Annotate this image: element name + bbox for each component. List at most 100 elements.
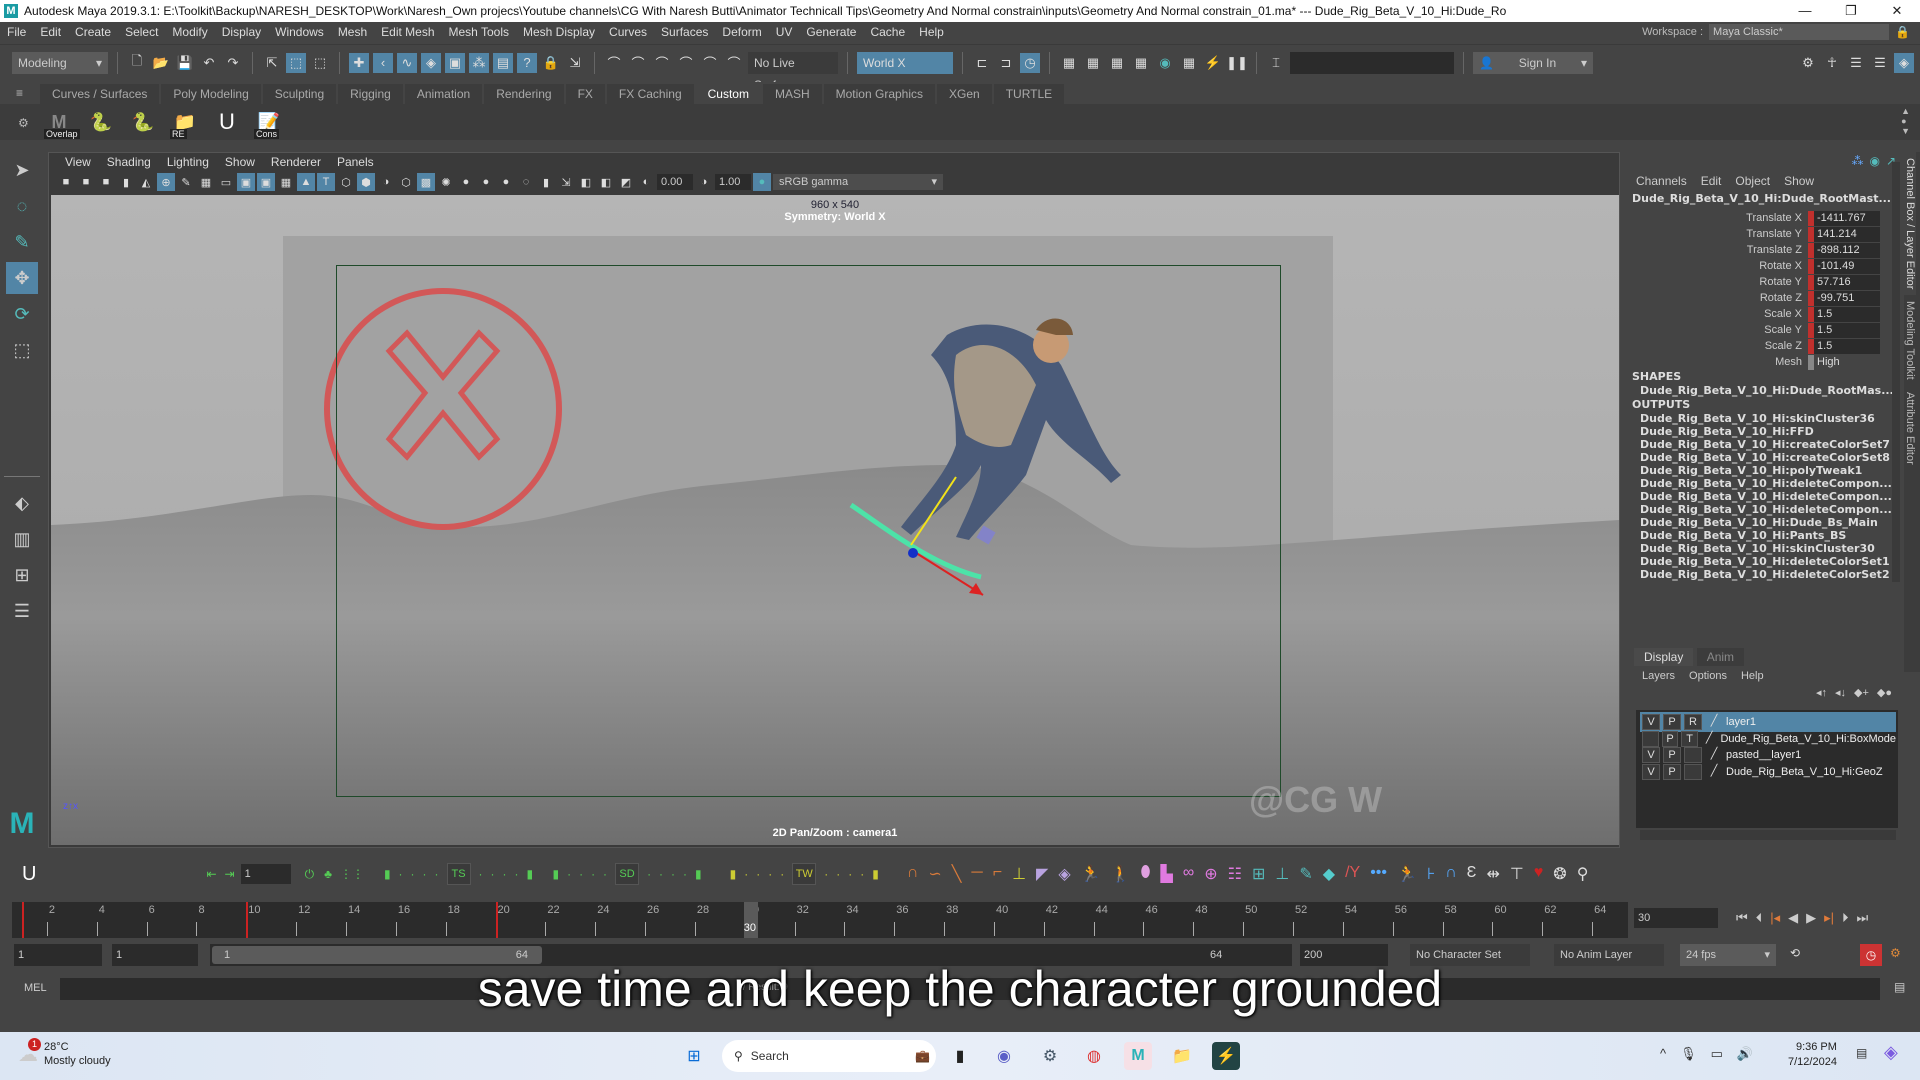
keyframe-marker[interactable] xyxy=(22,902,24,938)
curve-icon[interactable]: ⌐ xyxy=(993,864,1002,884)
shelf-tab-custom[interactable]: Custom xyxy=(695,84,761,104)
layer-color-swatch[interactable]: ╱ xyxy=(1705,764,1723,780)
layer-hscrollbar[interactable] xyxy=(1640,830,1896,840)
vp-menu-panels[interactable]: Panels xyxy=(329,155,382,169)
channel-value[interactable]: -101.49 xyxy=(1814,258,1880,274)
shadows-icon[interactable]: ● xyxy=(457,173,475,191)
play-backward-icon[interactable]: ◀ xyxy=(1788,910,1798,926)
curve-icon[interactable]: ∩ xyxy=(907,864,919,884)
channel-row[interactable]: Scale Y 1.5 xyxy=(1626,322,1886,338)
loop-icon[interactable]: ⟲ xyxy=(1790,946,1800,960)
layer-name[interactable]: layer1 xyxy=(1726,716,1756,728)
render-view-icon[interactable]: ▦ xyxy=(1179,53,1199,73)
shelf-menu-icon[interactable]: ≡ xyxy=(16,86,23,100)
output-node[interactable]: Dude_Rig_Beta_V_10_Hi:Dude_Bs_Main xyxy=(1640,516,1878,529)
output-node[interactable]: Dude_Rig_Beta_V_10_Hi:skinCluster36 xyxy=(1640,412,1875,425)
step-back-key-icon[interactable]: ⇤ xyxy=(206,867,216,881)
select-component-icon[interactable]: ⬚ xyxy=(310,53,330,73)
output-node[interactable]: Dude_Rig_Beta_V_10_Hi:deleteCompon... xyxy=(1640,477,1892,490)
output-node[interactable]: Dude_Rig_Beta_V_10_Hi:deleteColorSet1 xyxy=(1640,555,1890,568)
bookmark-icon[interactable]: ▮ xyxy=(117,173,135,191)
menu-modify[interactable]: Modify xyxy=(165,25,214,39)
tool-settings-icon[interactable]: ☰ xyxy=(1870,53,1890,73)
light-editor-icon[interactable]: ⚡ xyxy=(1203,53,1223,73)
textured-icon[interactable]: ▩ xyxy=(417,173,435,191)
isolate-select-icon[interactable]: ⇲ xyxy=(557,173,575,191)
shelf-tab-rendering[interactable]: Rendering xyxy=(484,84,564,104)
step-forward-key-icon[interactable]: ▸| xyxy=(1824,910,1834,926)
shelf-settings-icon[interactable]: ⚙ xyxy=(18,116,29,130)
grid-icon[interactable]: ▦ xyxy=(197,173,215,191)
shelf-button-overlap[interactable]: M Overlap xyxy=(44,107,80,139)
layer-menu-help[interactable]: Help xyxy=(1741,670,1764,682)
keyframe-marker[interactable] xyxy=(246,902,249,938)
layer-tab-display[interactable]: Display xyxy=(1634,648,1694,666)
bake-icon[interactable]: ♣ xyxy=(324,867,332,881)
menu-mesh[interactable]: Mesh xyxy=(331,25,374,39)
cb-menu-object[interactable]: Object xyxy=(1735,174,1770,188)
render-icon[interactable]: ▤ xyxy=(493,52,513,73)
shelf-tab-sculpting[interactable]: Sculpting xyxy=(262,84,337,104)
start-button[interactable]: ⊞ xyxy=(680,1042,708,1070)
current-time-indicator[interactable]: 30 xyxy=(743,902,758,938)
output-node[interactable]: Dude_Rig_Beta_V_10_Hi:skinCluster30 xyxy=(1640,542,1875,555)
layer-p-toggle[interactable]: P xyxy=(1663,763,1681,780)
channel-row[interactable]: Mesh High xyxy=(1626,354,1886,370)
curve-icon[interactable]: ∽ xyxy=(928,864,941,884)
exposure-field[interactable]: 0.00 xyxy=(657,174,693,190)
vp-menu-renderer[interactable]: Renderer xyxy=(263,155,329,169)
shelf-tab-motion-graphics[interactable]: Motion Graphics xyxy=(823,84,936,104)
shelf-tab-curves-surfaces[interactable]: Curves / Surfaces xyxy=(40,84,160,104)
step-forward-key-icon[interactable]: ⇥ xyxy=(225,867,235,881)
resolution-gate-icon[interactable]: ▣ xyxy=(237,173,255,191)
show-hidden-icons[interactable]: ^ xyxy=(1660,1046,1666,1062)
menu-uv[interactable]: UV xyxy=(769,25,800,39)
keyframe-marker[interactable] xyxy=(495,902,498,938)
ghost-icon[interactable]: ⋮⋮ xyxy=(340,867,364,881)
channel-value[interactable]: -99.751 xyxy=(1814,290,1880,306)
channel-row[interactable]: Rotate X -101.49 xyxy=(1626,258,1886,274)
modeling-toolkit-icon[interactable]: ⚙ xyxy=(1798,53,1818,73)
depth-of-field-icon[interactable]: ▮ xyxy=(537,173,555,191)
lock-icon[interactable]: 🔒 xyxy=(541,53,561,73)
menu-cache[interactable]: Cache xyxy=(863,25,912,39)
output-node[interactable]: Dude_Rig_Beta_V_10_Hi:deleteCompon... xyxy=(1640,490,1892,503)
move-layer-down-icon[interactable]: ◂↓ xyxy=(1835,686,1846,699)
channel-row[interactable]: Translate Y 141.214 xyxy=(1626,226,1886,242)
cb-menu-show[interactable]: Show xyxy=(1784,174,1814,188)
menu-generate[interactable]: Generate xyxy=(799,25,863,39)
render-current-frame-icon[interactable]: ▦ xyxy=(1059,53,1079,73)
pivot-icon[interactable]: ⊥ xyxy=(1275,864,1289,884)
exposure-icon[interactable]: ◐ xyxy=(637,173,655,191)
color-space-dropdown[interactable]: sRGB gamma ▾ xyxy=(773,174,943,190)
select-hierarchy-icon[interactable]: ⇱ xyxy=(262,53,282,73)
weather-widget[interactable]: ☁ 1 28°C Mostly cloudy xyxy=(18,1037,111,1068)
channel-box-icon[interactable]: ◈ xyxy=(1894,53,1914,73)
move-tool-icon[interactable]: ✥ xyxy=(6,262,38,294)
menu-windows[interactable]: Windows xyxy=(268,25,331,39)
layer-editor-toggle-icon[interactable]: ◉ xyxy=(1869,154,1879,168)
snap-view-plane-icon[interactable]: ◈ xyxy=(421,52,441,73)
minimize-button[interactable]: — xyxy=(1782,0,1828,22)
select-object-icon[interactable]: ⬚ xyxy=(286,52,306,73)
save-scene-icon[interactable]: 💾 xyxy=(175,53,195,73)
time-slider[interactable]: 2468101214161820222426283032343638404244… xyxy=(12,902,1628,938)
camera-icon[interactable]: ⊤ xyxy=(1510,864,1524,884)
vp-menu-lighting[interactable]: Lighting xyxy=(159,155,217,169)
output-node[interactable]: Dude_Rig_Beta_V_10_Hi:polyTweak1 xyxy=(1640,464,1862,477)
render-settings-icon[interactable]: ▦ xyxy=(1131,53,1151,73)
lasso-tool-icon[interactable]: ◌ xyxy=(6,190,38,222)
search-icon[interactable]: ⚲ xyxy=(1577,864,1589,884)
file-explorer-icon[interactable]: 📁 xyxy=(1168,1042,1196,1070)
shelf-tab-fx-caching[interactable]: FX Caching xyxy=(606,84,694,104)
shelf-button-re[interactable]: 📁 RE xyxy=(170,107,200,139)
magnet-icon[interactable]: ∩ xyxy=(1445,864,1457,884)
image-plane-icon[interactable]: ◭ xyxy=(137,173,155,191)
channel-row[interactable]: Rotate Z -99.751 xyxy=(1626,290,1886,306)
help-icon[interactable]: ? xyxy=(517,52,537,73)
diamond-icon[interactable]: ◆ xyxy=(1323,864,1335,884)
rig-icon[interactable]: /Y xyxy=(1345,864,1360,884)
magnet-snap-icon[interactable]: ⌒ xyxy=(724,53,744,73)
stand-icon[interactable]: 🚶 xyxy=(1111,864,1131,884)
channel-row[interactable]: Scale Z 1.5 xyxy=(1626,338,1886,354)
